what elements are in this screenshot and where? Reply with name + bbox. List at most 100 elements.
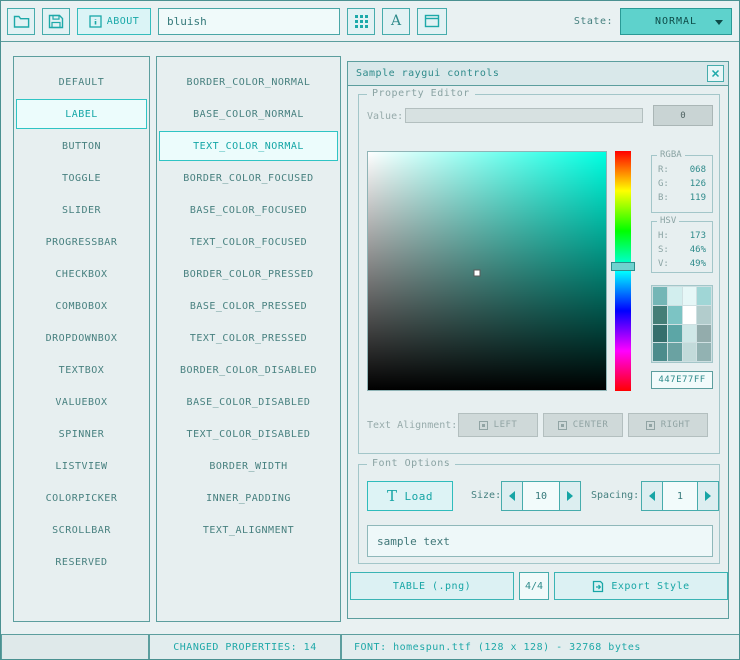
list-item[interactable]: DROPDOWNBOX — [16, 323, 147, 353]
list-item[interactable]: COMBOBOX — [16, 291, 147, 321]
list-item[interactable]: BORDER_COLOR_FOCUSED — [159, 163, 338, 193]
info-icon — [89, 15, 102, 28]
property-editor-group: Property Editor Value: 0 RGBA R:068 G:12… — [358, 94, 720, 454]
list-item[interactable]: RESERVED — [16, 547, 147, 577]
font-size-increase-button[interactable] — [559, 481, 581, 511]
font-size-value[interactable]: 10 — [523, 481, 559, 511]
palette-swatch[interactable] — [683, 287, 697, 305]
palette-swatch[interactable] — [668, 325, 682, 343]
hsv-s-row: S:46% — [658, 245, 706, 255]
list-item[interactable]: SPINNER — [16, 419, 147, 449]
list-item[interactable]: TEXT_COLOR_FOCUSED — [159, 227, 338, 257]
arrow-right-icon — [705, 491, 711, 501]
list-item[interactable]: TEXT_COLOR_DISABLED — [159, 419, 338, 449]
hex-value-box[interactable]: 447E77FF — [651, 371, 713, 389]
list-item[interactable]: COLORPICKER — [16, 483, 147, 513]
hue-bar[interactable] — [615, 151, 631, 391]
about-button[interactable]: ABOUT — [77, 8, 151, 35]
arrow-left-icon — [649, 491, 655, 501]
list-item[interactable]: BORDER_WIDTH — [159, 451, 338, 481]
palette-swatch[interactable] — [653, 343, 667, 361]
align-center-button[interactable]: CENTER — [543, 413, 623, 437]
window-icon — [424, 14, 440, 28]
font-spacing-decrease-button[interactable] — [641, 481, 663, 511]
palette-swatch[interactable] — [697, 306, 711, 324]
style-table-view-button[interactable] — [347, 8, 375, 35]
list-item[interactable]: LABEL — [16, 99, 147, 129]
hsv-h-row: H:173 — [658, 231, 706, 241]
list-item[interactable]: SLIDER — [16, 195, 147, 225]
list-item[interactable]: PROGRESSBAR — [16, 227, 147, 257]
palette-swatch[interactable] — [683, 306, 697, 324]
palette-swatch[interactable] — [683, 325, 697, 343]
sample-text-input[interactable]: sample text — [367, 525, 713, 557]
palette-swatch[interactable] — [653, 287, 667, 305]
list-item[interactable]: VALUEBOX — [16, 387, 147, 417]
state-dropdown-value: NORMAL — [655, 16, 697, 27]
list-item[interactable]: SCROLLBAR — [16, 515, 147, 545]
statusbar-changed-properties: CHANGED PROPERTIES: 14 — [149, 634, 341, 660]
controls-list: DEFAULTLABELBUTTONTOGGLESLIDERPROGRESSBA… — [13, 56, 150, 622]
style-name-input[interactable] — [158, 8, 340, 35]
list-item[interactable]: TOGGLE — [16, 163, 147, 193]
align-left-button[interactable]: LEFT — [458, 413, 538, 437]
palette-swatch[interactable] — [668, 306, 682, 324]
palette-swatch[interactable] — [653, 306, 667, 324]
font-spacing-increase-button[interactable] — [697, 481, 719, 511]
list-item[interactable]: BASE_COLOR_DISABLED — [159, 387, 338, 417]
color-picker-panel[interactable] — [367, 151, 607, 391]
palette-swatch[interactable] — [697, 325, 711, 343]
sample-window-toggle-button[interactable] — [417, 8, 447, 35]
palette-swatch[interactable] — [683, 343, 697, 361]
export-style-button[interactable]: Export Style — [554, 572, 728, 600]
list-item[interactable]: TEXTBOX — [16, 355, 147, 385]
rgba-r-row: R:068 — [658, 165, 706, 175]
list-item[interactable]: CHECKBOX — [16, 259, 147, 289]
list-item[interactable]: TEXT_ALIGNMENT — [159, 515, 338, 545]
palette-swatch[interactable] — [697, 287, 711, 305]
font-load-button[interactable]: T Load — [367, 481, 453, 511]
font-atlas-button[interactable]: A — [382, 8, 410, 35]
sample-window: Sample raygui controls Property Editor V… — [347, 61, 729, 619]
table-export-button[interactable]: TABLE (.png) — [350, 572, 514, 600]
align-center-label: CENTER — [573, 420, 609, 430]
value-slider[interactable] — [405, 108, 643, 123]
list-item[interactable]: BORDER_COLOR_PRESSED — [159, 259, 338, 289]
toolbar: ABOUT A State: NORMAL — [1, 1, 739, 42]
save-file-button[interactable] — [42, 8, 70, 35]
list-item[interactable]: BORDER_COLOR_DISABLED — [159, 355, 338, 385]
palette-swatch[interactable] — [668, 343, 682, 361]
list-item[interactable]: TEXT_COLOR_PRESSED — [159, 323, 338, 353]
property-editor-group-label: Property Editor — [367, 88, 475, 99]
state-dropdown[interactable]: NORMAL — [620, 8, 732, 35]
align-right-button[interactable]: RIGHT — [628, 413, 708, 437]
font-size-decrease-button[interactable] — [501, 481, 523, 511]
chevron-down-icon — [715, 20, 723, 25]
floppy-icon — [48, 14, 64, 29]
list-item[interactable]: BORDER_COLOR_NORMAL — [159, 67, 338, 97]
palette-swatch[interactable] — [697, 343, 711, 361]
hue-slider-handle[interactable] — [611, 262, 635, 271]
palette-swatch[interactable] — [653, 325, 667, 343]
list-item[interactable]: BASE_COLOR_NORMAL — [159, 99, 338, 129]
close-button[interactable] — [707, 65, 724, 82]
open-file-button[interactable] — [7, 8, 35, 35]
font-spacing-value[interactable]: 1 — [663, 481, 697, 511]
page-indicator[interactable]: 4/4 — [519, 572, 549, 600]
properties-list: BORDER_COLOR_NORMALBASE_COLOR_NORMALTEXT… — [156, 56, 341, 622]
list-item[interactable]: LISTVIEW — [16, 451, 147, 481]
rgba-group-label: RGBA — [657, 150, 685, 160]
list-item[interactable]: BASE_COLOR_FOCUSED — [159, 195, 338, 225]
list-item[interactable]: BUTTON — [16, 131, 147, 161]
list-item[interactable]: DEFAULT — [16, 67, 147, 97]
value-box[interactable]: 0 — [653, 105, 713, 126]
sample-window-title: Sample raygui controls — [356, 68, 499, 79]
value-label: Value: — [367, 111, 403, 122]
font-size-label: Size: — [471, 490, 501, 501]
list-item[interactable]: TEXT_COLOR_NORMAL — [159, 131, 338, 161]
list-item[interactable]: INNER_PADDING — [159, 483, 338, 513]
list-item[interactable]: BASE_COLOR_PRESSED — [159, 291, 338, 321]
color-picker-cursor[interactable] — [474, 270, 481, 277]
palette-swatch[interactable] — [668, 287, 682, 305]
statusbar-font-info: FONT: homespun.ttf (128 x 128) - 32768 b… — [341, 634, 740, 660]
